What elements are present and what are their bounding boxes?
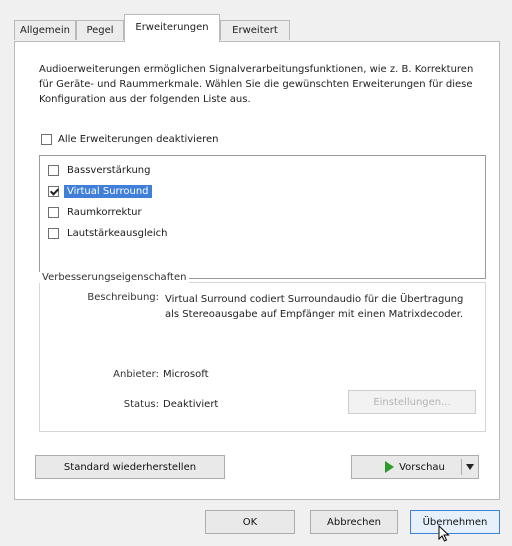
list-item-lautstaerkeausgleich[interactable]: Lautstärkeausgleich: [48, 223, 170, 243]
disable-all-checkbox[interactable]: Alle Erweiterungen deaktivieren: [41, 134, 219, 145]
list-item-label: Lautstärkeausgleich: [67, 227, 168, 239]
list-item-label: Bassverstärkung: [67, 164, 151, 176]
chevron-down-icon[interactable]: [466, 464, 474, 470]
enhancements-list[interactable]: Bassverstärkung Virtual Surround Raumkor…: [39, 155, 486, 279]
settings-button[interactable]: Einstellungen...: [348, 390, 476, 414]
status-value: Deaktiviert: [163, 399, 219, 410]
disable-all-label: Alle Erweiterungen deaktivieren: [58, 134, 219, 145]
provider-label: Anbieter:: [113, 369, 159, 380]
cancel-button[interactable]: Abbrechen: [310, 510, 398, 534]
ok-button[interactable]: OK: [205, 510, 295, 534]
restore-defaults-button[interactable]: Standard wiederherstellen: [35, 455, 225, 479]
tab-erweitert[interactable]: Erweitert: [220, 20, 290, 40]
checkbox-box[interactable]: [48, 185, 59, 197]
properties-group-title: Verbesserungseigenschaften: [39, 272, 190, 283]
list-item-raumkorrektur[interactable]: Raumkorrektur: [48, 202, 145, 222]
tab-allgemein[interactable]: Allgemein: [14, 20, 76, 40]
checkbox-box[interactable]: [48, 227, 59, 239]
mouse-pointer-icon: [438, 525, 450, 542]
status-label: Status:: [123, 399, 159, 410]
play-icon: [385, 461, 395, 473]
preview-split-button[interactable]: Vorschau: [351, 455, 479, 479]
list-item-bassverstaerkung[interactable]: Bassverstärkung: [48, 160, 153, 180]
tab-pegel[interactable]: Pegel: [76, 20, 124, 40]
list-item-label: Virtual Surround: [64, 184, 152, 198]
description-label: Beschreibung:: [87, 292, 159, 303]
checkbox-box[interactable]: [48, 164, 59, 176]
apply-button[interactable]: Übernehmen: [410, 510, 500, 534]
checkbox-box[interactable]: [48, 206, 59, 218]
provider-value: Microsoft: [163, 369, 209, 380]
split-divider: [461, 459, 462, 475]
tab-panel: Audioerweiterungen ermöglichen Signalver…: [14, 41, 500, 500]
list-item-virtual-surround[interactable]: Virtual Surround: [48, 181, 152, 201]
list-item-label: Raumkorrektur: [67, 206, 142, 218]
checkbox-box[interactable]: [41, 134, 52, 145]
intro-text: Audioerweiterungen ermöglichen Signalver…: [39, 64, 474, 105]
tab-erweiterungen[interactable]: Erweiterungen: [124, 14, 220, 42]
description-text: Virtual Surround codiert Surroundaudio f…: [165, 294, 464, 320]
preview-label: Vorschau: [399, 461, 445, 473]
